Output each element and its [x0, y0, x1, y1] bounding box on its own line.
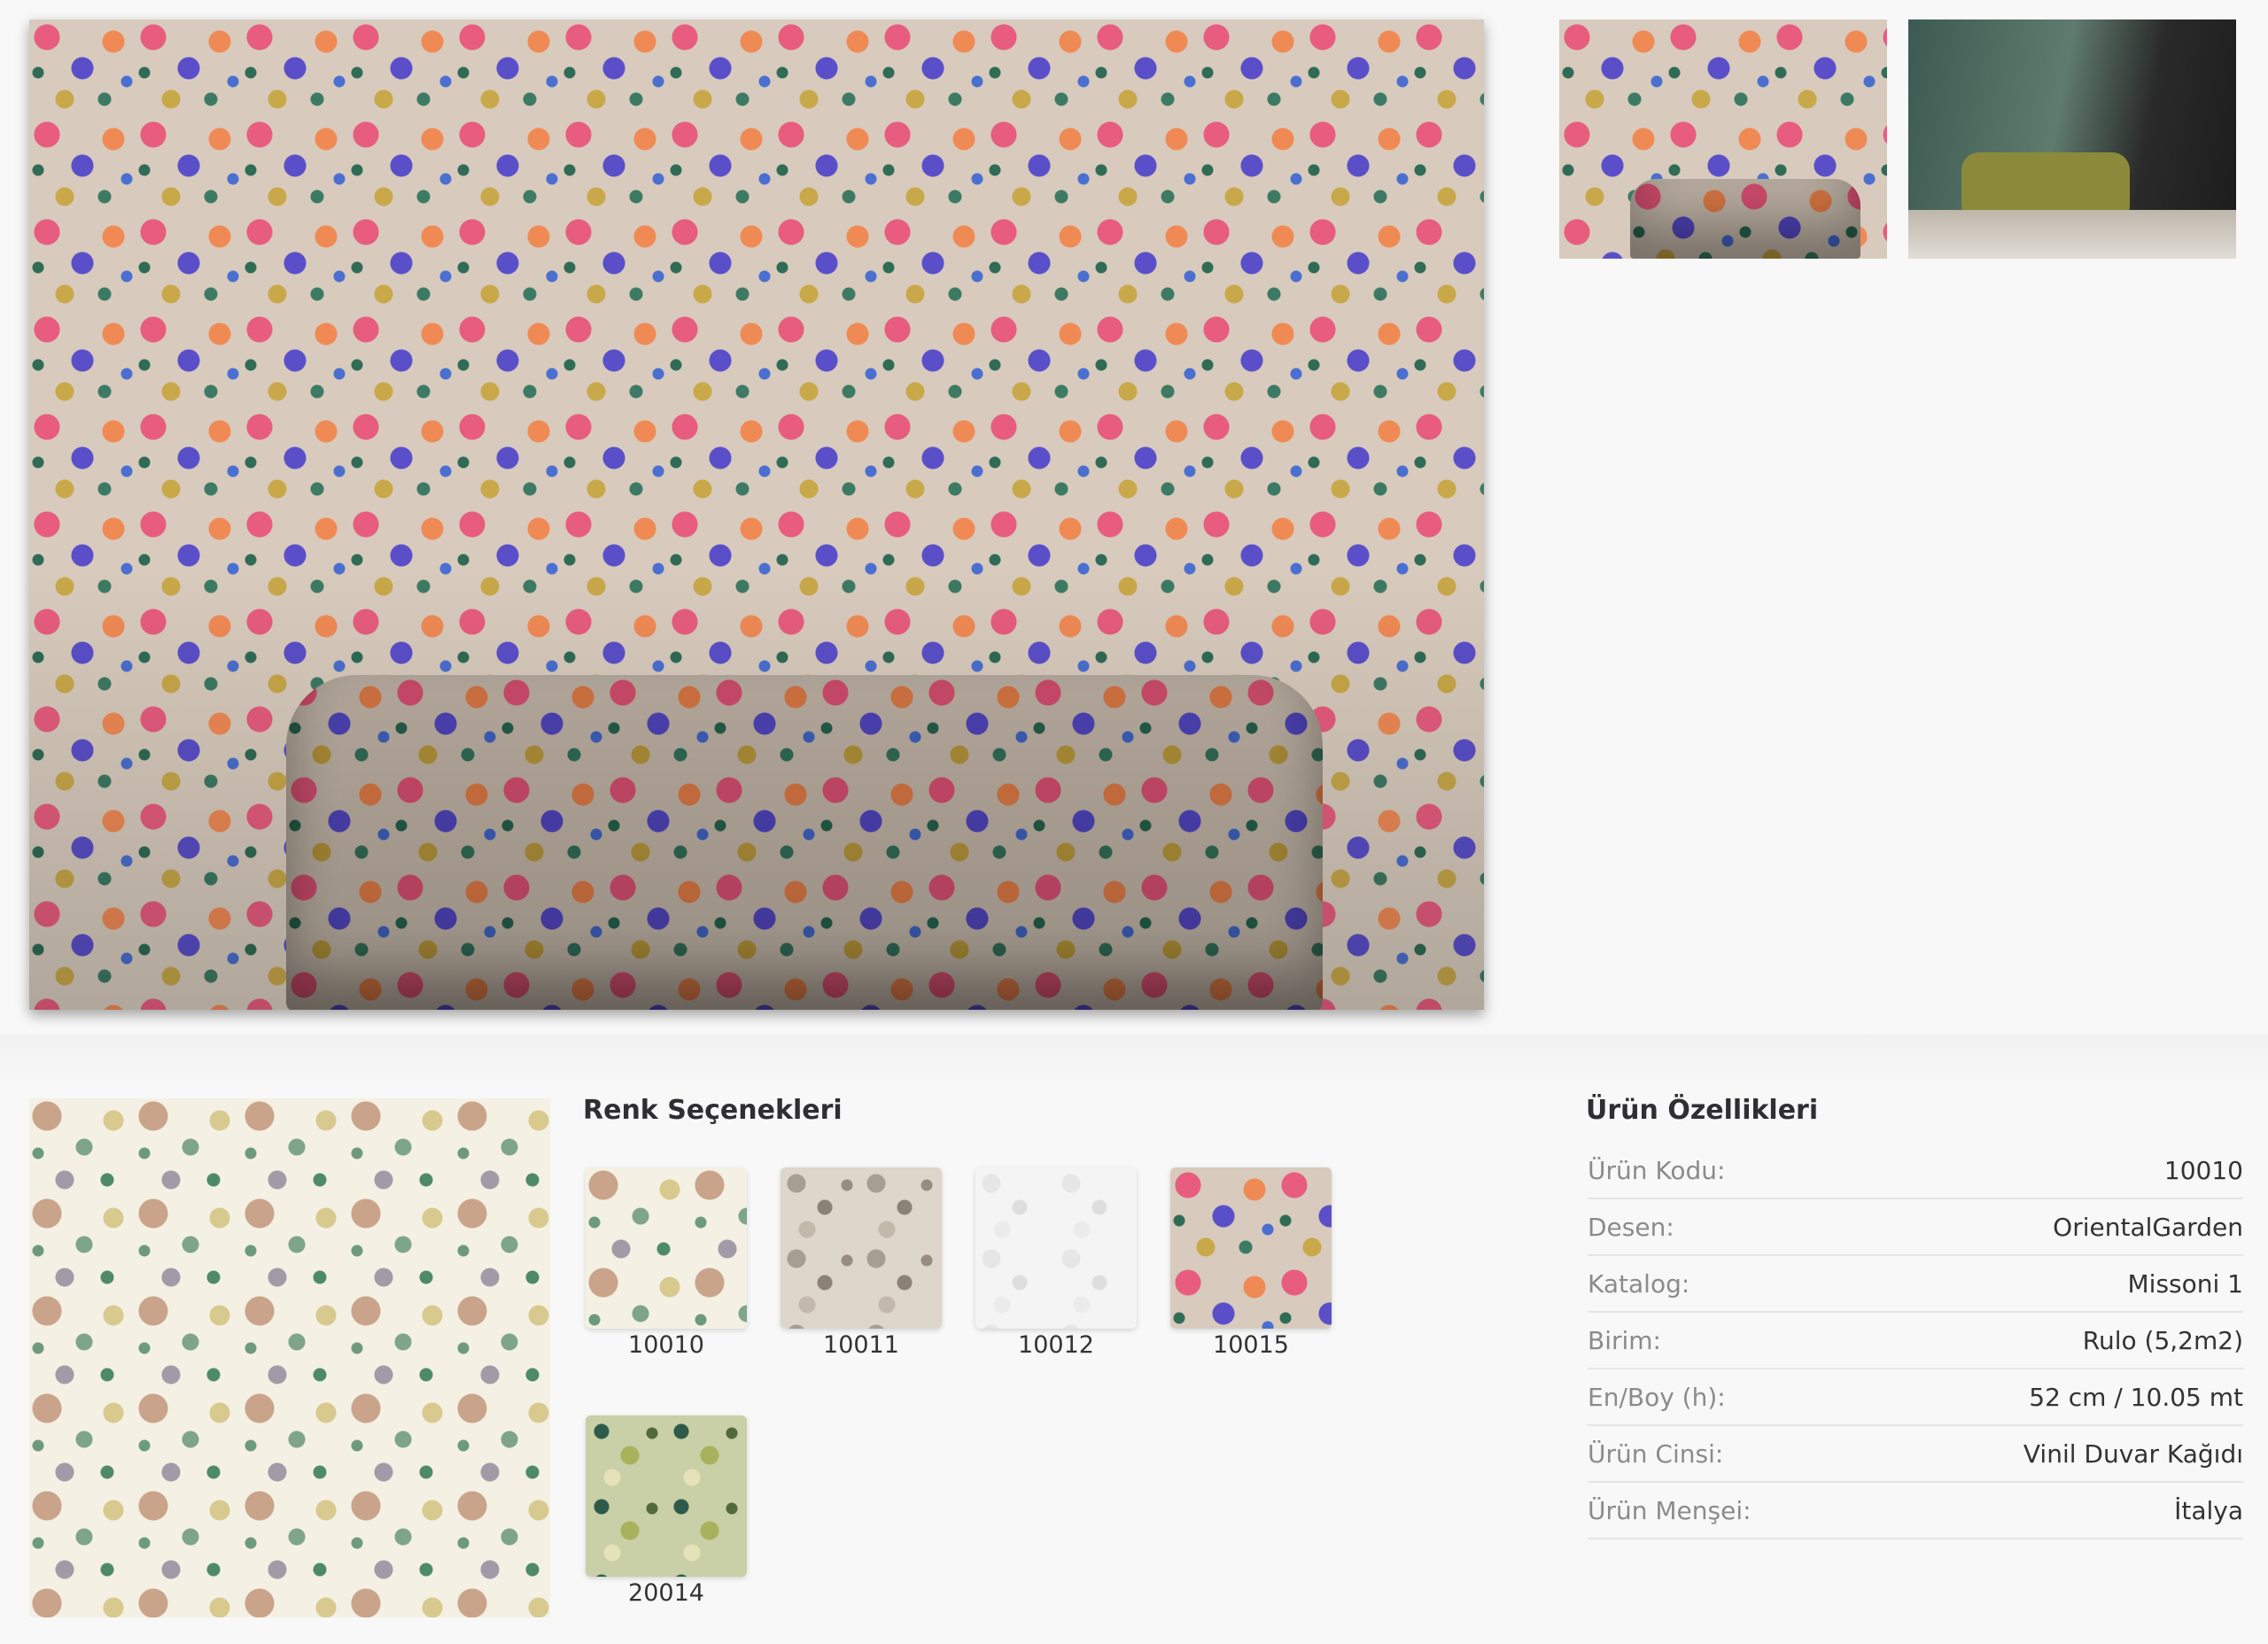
sofa-image-region — [286, 675, 1323, 1010]
spec-value: Missoni 1 — [2127, 1268, 2243, 1299]
main-product-image[interactable] — [29, 19, 1484, 1010]
spec-row-origin: Ürün Menşei: İtalya — [1588, 1483, 2243, 1539]
spec-value: Rulo (5,2m2) — [2082, 1325, 2243, 1355]
spec-row-code: Ürün Kodu: 10010 — [1588, 1143, 2243, 1199]
section-separator — [0, 1035, 2268, 1084]
specs-title: Ürün Özellikleri — [1586, 1095, 1819, 1126]
spec-label: Birim: — [1588, 1325, 1661, 1355]
spec-value: 52 cm / 10.05 mt — [2029, 1382, 2243, 1412]
thumbnail-2[interactable] — [1908, 19, 2236, 259]
spec-label: Desen: — [1588, 1212, 1674, 1242]
spec-label: Ürün Menşei: — [1588, 1495, 1751, 1525]
swatch-10011[interactable] — [781, 1167, 942, 1329]
swatch-10012[interactable] — [975, 1167, 1137, 1329]
spec-label: Ürün Kodu: — [1588, 1155, 1726, 1185]
swatch-code: 10010 — [628, 1331, 704, 1359]
spec-label: Ürün Cinsi: — [1588, 1438, 1724, 1469]
spec-row-catalog: Katalog: Missoni 1 — [1588, 1256, 2243, 1313]
spec-value: Vinil Duvar Kağıdı — [2023, 1438, 2243, 1469]
swatch-10010[interactable] — [586, 1167, 747, 1329]
swatch-20014[interactable] — [586, 1415, 747, 1577]
thumbnail-2-floor — [1908, 210, 2236, 259]
spec-value: İtalya — [2174, 1495, 2243, 1525]
swatch-code: 10012 — [1018, 1331, 1094, 1359]
spec-label: En/Boy (h): — [1588, 1382, 1726, 1412]
spec-row-type: Ürün Cinsi: Vinil Duvar Kağıdı — [1588, 1426, 2243, 1483]
swatch-code: 10015 — [1213, 1331, 1289, 1359]
pattern-sample-image[interactable] — [29, 1098, 550, 1617]
swatch-code: 10011 — [823, 1331, 899, 1359]
colors-title: Renk Seçenekleri — [583, 1095, 843, 1126]
specs-table: Ürün Kodu: 10010 Desen: OrientalGarden K… — [1588, 1143, 2243, 1539]
spec-label: Katalog: — [1588, 1268, 1690, 1299]
thumbnail-1-sofa — [1630, 179, 1860, 259]
spec-row-dimensions: En/Boy (h): 52 cm / 10.05 mt — [1588, 1369, 2243, 1426]
swatch-10015[interactable] — [1170, 1167, 1332, 1329]
spec-value: 10010 — [2163, 1155, 2243, 1185]
spec-value: OrientalGarden — [2053, 1212, 2243, 1242]
spec-row-pattern: Desen: OrientalGarden — [1588, 1199, 2243, 1256]
spec-row-unit: Birim: Rulo (5,2m2) — [1588, 1313, 2243, 1369]
swatch-code: 20014 — [628, 1579, 704, 1607]
thumbnail-1[interactable] — [1559, 19, 1887, 259]
